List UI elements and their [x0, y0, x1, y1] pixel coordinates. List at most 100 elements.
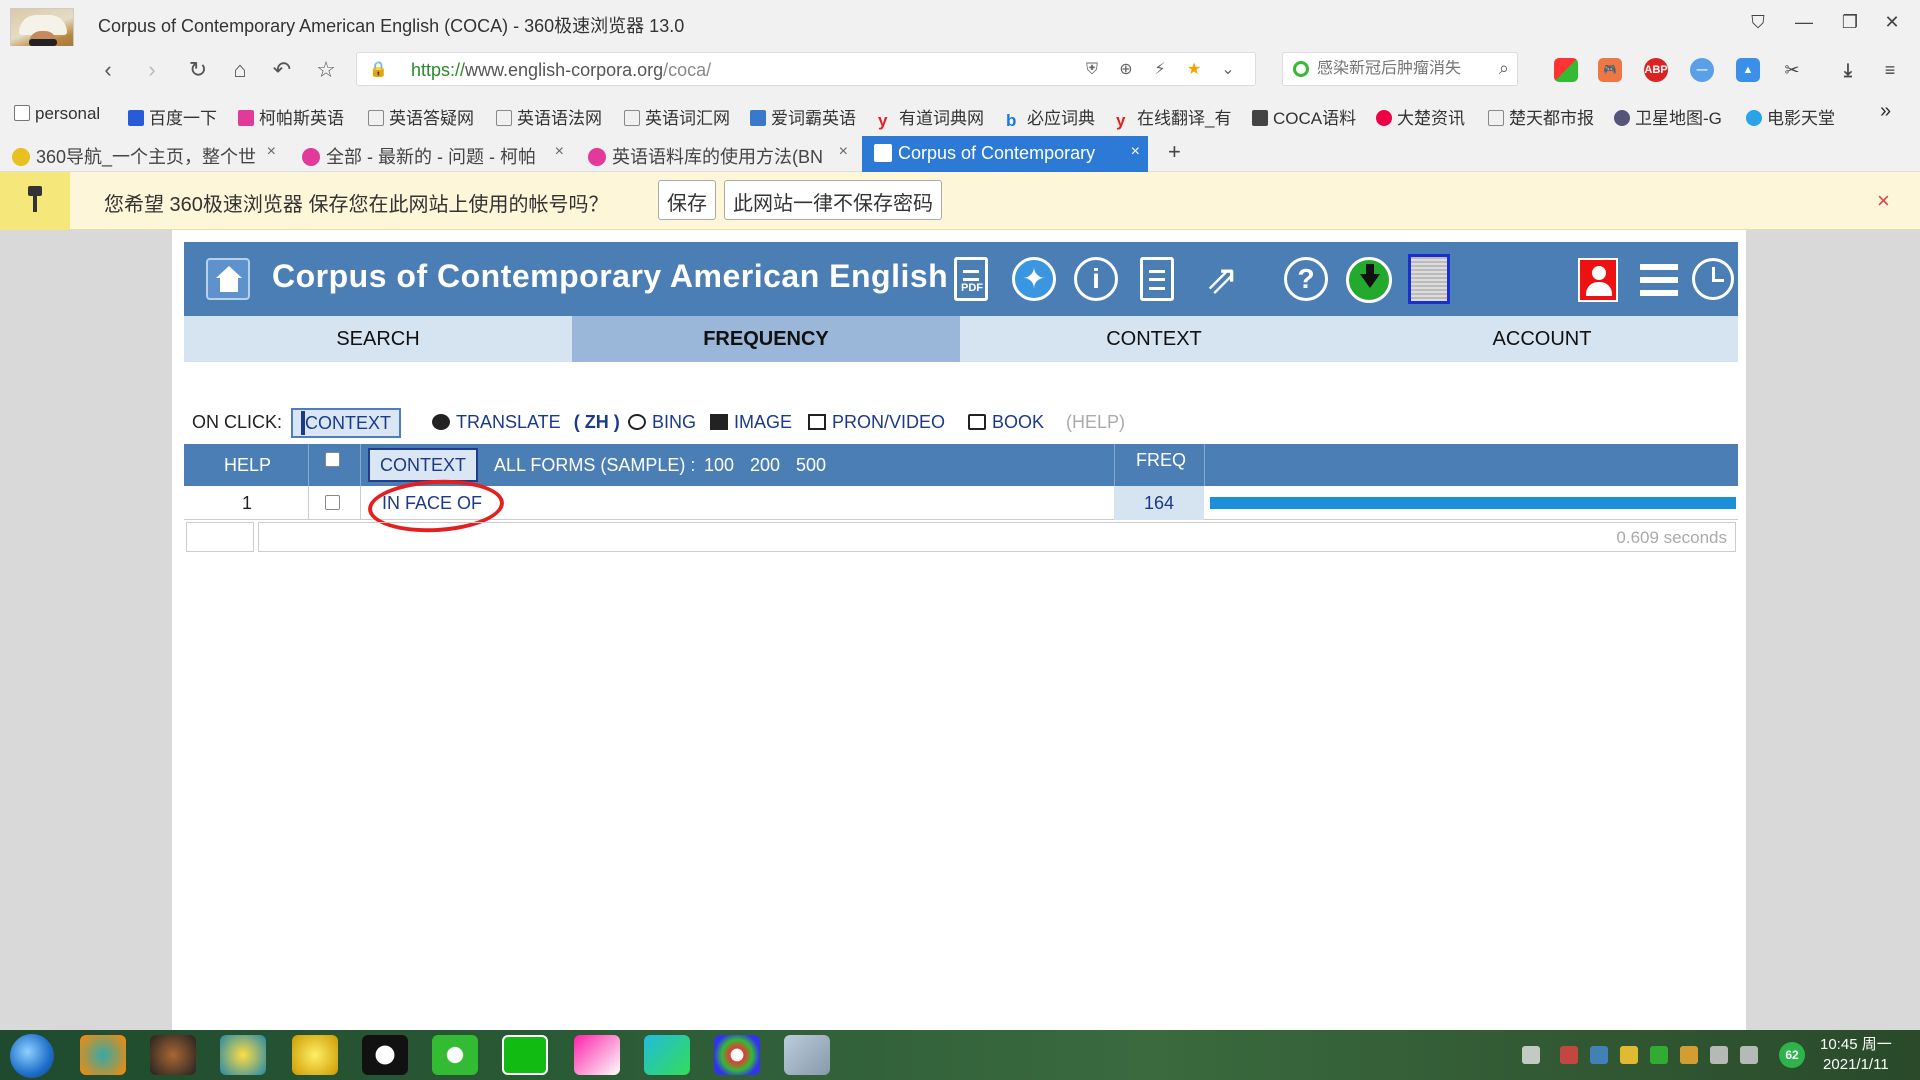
on-click-help-link[interactable]: (HELP)	[1066, 412, 1125, 433]
sample-200-link[interactable]: 200	[750, 444, 780, 486]
bookmark-star-icon[interactable]: ☆	[310, 54, 342, 86]
bookmark-item[interactable]: 爱词霸英语	[750, 104, 856, 129]
shield-icon[interactable]: ⛨	[1081, 59, 1103, 81]
row-checkbox[interactable]	[325, 495, 340, 510]
tab-close-icon[interactable]: ×	[839, 143, 848, 161]
sample-100-link[interactable]: 100	[704, 444, 734, 486]
external-link-icon[interactable]: ⇗	[1198, 256, 1246, 306]
bookmarks-more-button[interactable]: »	[1880, 100, 1891, 123]
undo-close-icon[interactable]: ↶	[266, 54, 298, 86]
tour-icon[interactable]: ✦	[1012, 257, 1056, 301]
translate-ext-icon[interactable]: —	[1690, 58, 1714, 82]
help-column-header[interactable]: HELP	[224, 444, 271, 486]
list-icon[interactable]	[1640, 264, 1678, 296]
tab-close-icon[interactable]: ×	[267, 143, 276, 161]
coca-home-icon[interactable]	[206, 258, 250, 300]
shield-tray-icon[interactable]	[1650, 1046, 1668, 1064]
help-icon[interactable]: ?	[1284, 257, 1328, 301]
restore-button[interactable]: ❐	[1832, 8, 1868, 36]
bookmark-item[interactable]: 柯帕斯英语	[238, 104, 344, 129]
qq-icon[interactable]	[362, 1035, 408, 1075]
close-window-button[interactable]: ✕	[1874, 8, 1910, 36]
pdf-icon[interactable]: PDF	[954, 257, 988, 301]
bookmark-item[interactable]: 英语词汇网	[624, 104, 730, 129]
account-icon[interactable]	[1578, 258, 1618, 302]
on-click-book-option[interactable]: BOOK	[968, 412, 1044, 433]
search-box[interactable]: ⌕	[1282, 52, 1518, 86]
taskbar-app-icon[interactable]	[80, 1035, 126, 1075]
document-icon[interactable]	[1140, 257, 1174, 301]
download-icon[interactable]	[1346, 257, 1392, 303]
start-button[interactable]	[10, 1034, 54, 1078]
bookmark-item[interactable]: 百度一下	[128, 104, 217, 129]
minimize-button[interactable]: —	[1786, 8, 1822, 36]
taskbar-app-icon[interactable]	[292, 1035, 338, 1075]
taskbar-app-icon[interactable]	[220, 1035, 266, 1075]
tray-icon[interactable]	[1680, 1046, 1698, 1064]
browser-tab[interactable]: 英语语料库的使用方法(BN ×	[576, 136, 856, 172]
search-input[interactable]	[1317, 60, 1487, 78]
volume-icon[interactable]	[1740, 1046, 1758, 1064]
adblock-icon[interactable]: ABP	[1644, 58, 1668, 82]
freq-column-header[interactable]: FREQ	[1136, 444, 1186, 486]
download-arrow-icon[interactable]: ⤓	[1836, 58, 1860, 82]
game-icon[interactable]: 🎮	[1598, 58, 1622, 82]
browser-tab[interactable]: 全部 - 最新的 - 问题 - 柯帕 ×	[290, 136, 572, 172]
on-click-context-option[interactable]: CONTEXT	[291, 408, 402, 438]
lock-icon[interactable]: 🔒	[369, 60, 391, 80]
url-text[interactable]: https://www.english-corpora.org/coca/	[411, 60, 711, 81]
bookmark-item[interactable]: COCA语料	[1252, 104, 1356, 129]
on-click-image-option[interactable]: IMAGE	[710, 412, 792, 433]
texture-icon[interactable]	[1408, 254, 1450, 304]
browser-tab[interactable]: 360导航_一个主页，整个世 ×	[0, 136, 284, 172]
sample-500-link[interactable]: 500	[796, 444, 826, 486]
taskbar-app-icon[interactable]	[784, 1035, 830, 1075]
keyboard-icon[interactable]	[1522, 1046, 1540, 1064]
bookmark-item[interactable]: 楚天都市报	[1488, 104, 1594, 129]
youku-icon[interactable]	[574, 1035, 620, 1075]
info-icon[interactable]: i	[1074, 257, 1118, 301]
tab-search[interactable]: SEARCH	[184, 316, 572, 362]
apps-grid-icon[interactable]	[1554, 58, 1578, 82]
menu-icon[interactable]: ≡	[1878, 58, 1902, 82]
tray-icon[interactable]	[1590, 1046, 1608, 1064]
battery-indicator[interactable]: 62	[1779, 1042, 1805, 1068]
select-all-checkbox[interactable]	[325, 452, 340, 467]
zoom-icon[interactable]: ⊕	[1115, 59, 1137, 81]
reload-icon[interactable]: ↻	[182, 54, 214, 86]
bookmark-item[interactable]: 卫星地图-G	[1614, 104, 1722, 129]
home-icon[interactable]: ⌂	[224, 54, 256, 86]
chevron-down-icon[interactable]: ⌄	[1217, 59, 1239, 81]
bookmark-item[interactable]: y 有道词典网	[878, 104, 984, 130]
bookmark-item[interactable]: personal	[14, 104, 100, 124]
360-browser-taskbar-icon[interactable]	[714, 1035, 760, 1075]
freq-value[interactable]: 164	[1114, 486, 1204, 520]
search-icon[interactable]: ⌕	[1499, 58, 1509, 79]
save-password-button[interactable]: 保存	[658, 180, 716, 220]
bookmark-item[interactable]: 英语答疑网	[368, 104, 474, 129]
taskbar-app-icon[interactable]	[150, 1035, 196, 1075]
bookmark-item[interactable]: 英语语法网	[496, 104, 602, 129]
address-bar[interactable]: 🔒 https://www.english-corpora.org/coca/ …	[356, 52, 1256, 86]
on-click-translate-option[interactable]: TRANSLATE ( ZH )	[432, 412, 620, 433]
tab-context[interactable]: CONTEXT	[960, 316, 1348, 362]
lightning-icon[interactable]: ⚡	[1149, 59, 1171, 81]
never-save-button[interactable]: 此网站一律不保存密码	[724, 180, 942, 220]
favorite-star-icon[interactable]: ★	[1183, 59, 1205, 81]
tab-close-icon[interactable]: ×	[1131, 143, 1140, 161]
tab-close-icon[interactable]: ×	[555, 143, 564, 161]
cloud-ext-icon[interactable]: ▲	[1736, 58, 1760, 82]
forward-icon[interactable]: ›	[136, 54, 168, 86]
bookmark-item[interactable]: y 在线翻译_有	[1116, 104, 1231, 130]
scissors-icon[interactable]: ✂	[1780, 58, 1804, 82]
tab-account[interactable]: ACCOUNT	[1348, 316, 1736, 362]
tab-frequency[interactable]: FREQUENCY	[572, 316, 960, 362]
history-icon[interactable]	[1692, 258, 1734, 300]
video-player-icon[interactable]	[644, 1035, 690, 1075]
iqiyi-icon[interactable]	[502, 1035, 548, 1075]
skin-icon[interactable]: ⛉	[1740, 8, 1776, 36]
qq-tray-icon[interactable]	[1620, 1046, 1638, 1064]
tray-icon[interactable]	[1560, 1046, 1578, 1064]
context-button[interactable]: CONTEXT	[368, 448, 479, 482]
on-click-pron-option[interactable]: PRON/VIDEO	[808, 412, 945, 433]
